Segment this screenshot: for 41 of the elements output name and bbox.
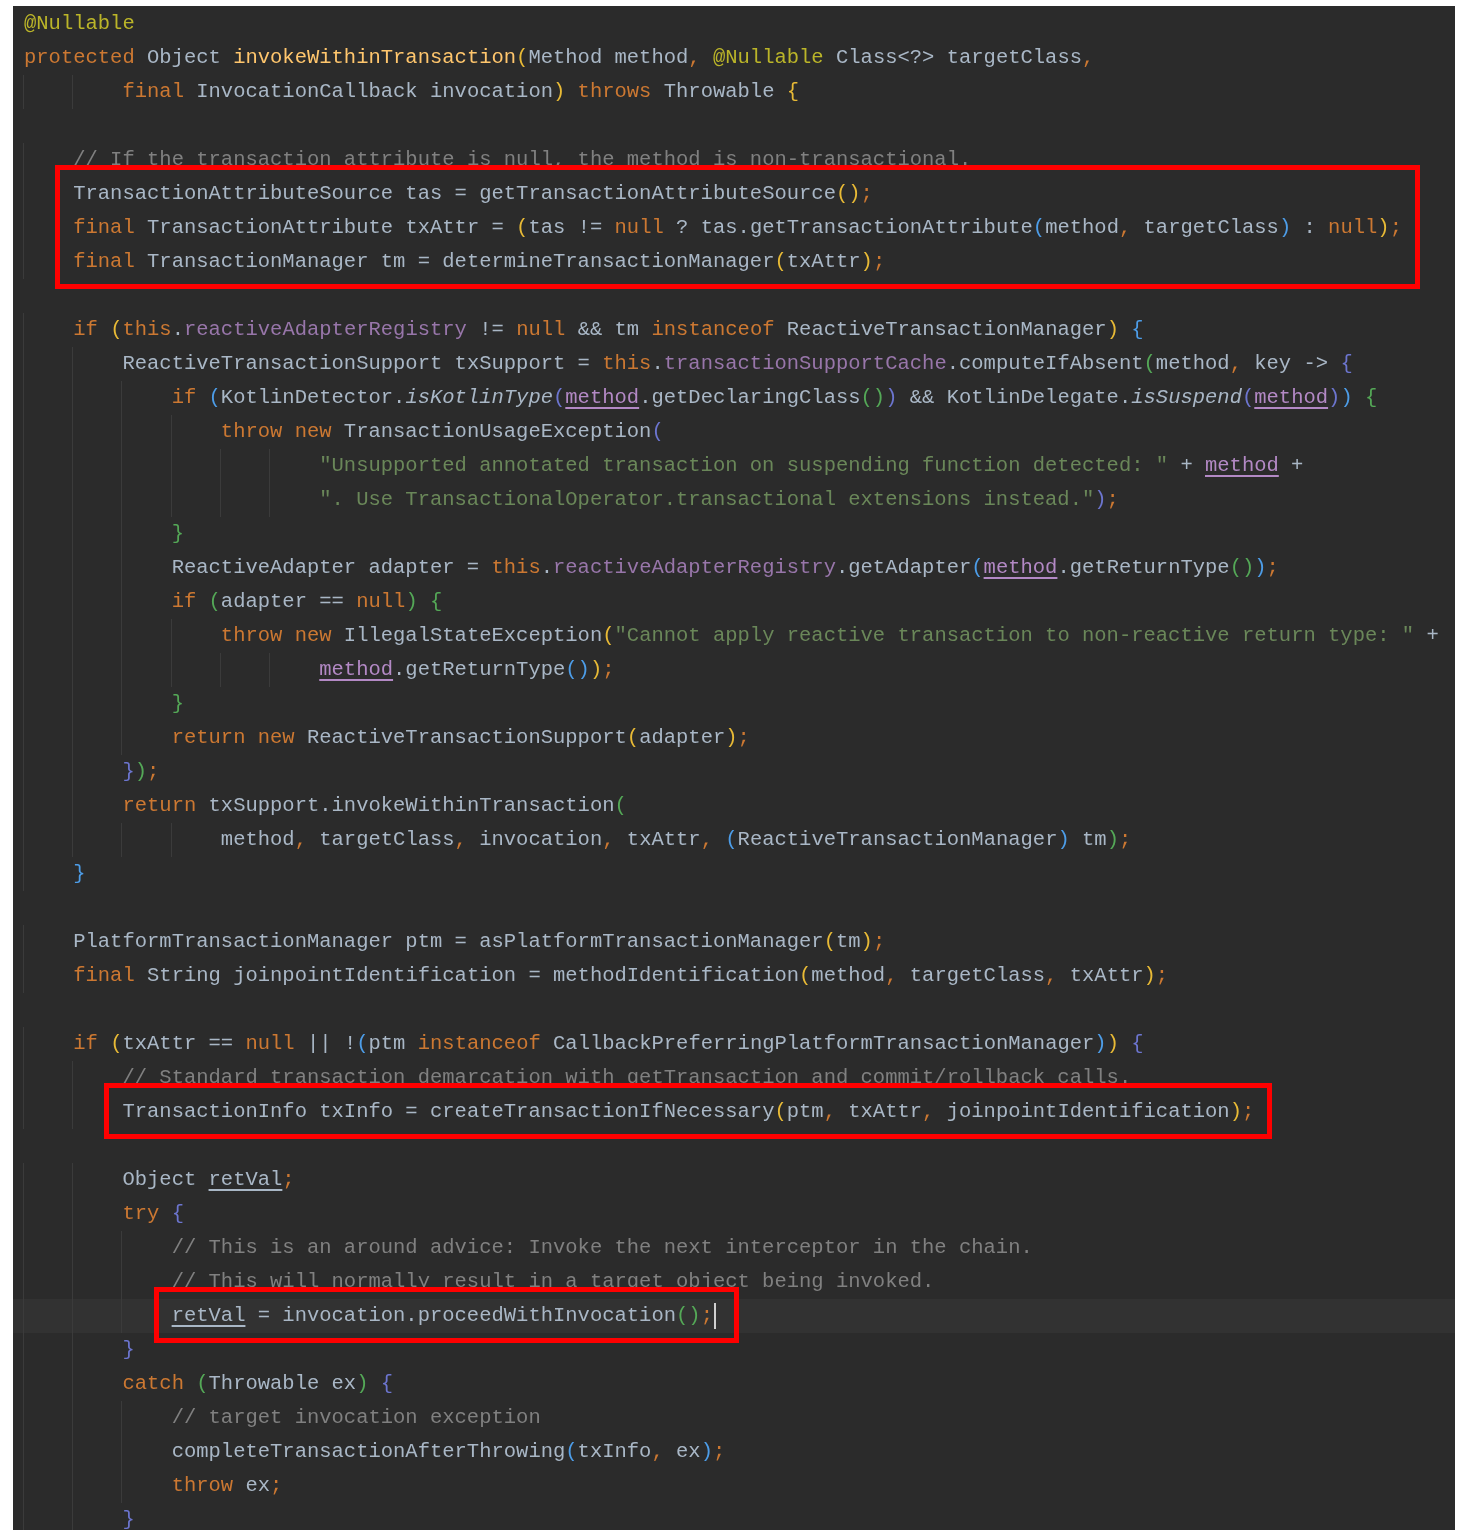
code-line: ReactiveAdapter adapter = this.reactiveAdapterRegistry.getAdapter(method.getReturnType()); — [171, 557, 1279, 579]
code-line: } — [171, 523, 184, 545]
code-line: } — [73, 863, 86, 885]
text-cursor — [713, 1303, 716, 1329]
code-line: } — [122, 1509, 135, 1530]
code-line: if (txAttr == null || !(ptm instanceof CallbackPreferringPlatformTransactionManager)) { — [73, 1033, 1144, 1055]
code-line: }); — [122, 761, 160, 783]
code-line: method.getReturnType()); — [319, 659, 615, 681]
code-line: throw ex; — [171, 1475, 283, 1497]
code-line: "Unsupported annotated transaction on suspending function detected: " + method + — [319, 455, 1304, 477]
code-line: final TransactionAttribute txAttr = (tas != null ? tas.getTransactionAttribute(method, targetClass) : null); — [73, 217, 1402, 239]
code-line: } — [171, 693, 184, 715]
code-line: @Nullable — [24, 13, 135, 35]
code-line: protected Object invokeWithinTransaction(Method method, @Nullable Class<?> targetClass, — [24, 47, 1095, 69]
code-line: } — [122, 1339, 135, 1361]
code-line: Object retVal; — [122, 1169, 295, 1191]
code-line: completeTransactionAfterThrowing(txInfo, ex); — [171, 1441, 726, 1463]
code-line: final TransactionManager tm = determineTransactionManager(txAttr); — [73, 251, 886, 273]
code-editor[interactable] — [13, 6, 1455, 1530]
code-line: TransactionAttributeSource tas = getTransactionAttributeSource(); — [73, 183, 873, 205]
code-line: // If the transaction attribute is null, the method is non-transactional. — [73, 149, 972, 171]
code-line: method, targetClass, invocation, txAttr, (ReactiveTransactionManager) tm); — [220, 829, 1132, 851]
code-line: if (KotlinDetector.isKotlinType(method.getDeclaringClass()) && KotlinDelegate.isSuspend(method)) { — [171, 387, 1378, 409]
code-line: // This is an around advice: Invoke the next interceptor in the chain. — [171, 1237, 1033, 1259]
code-line: try { — [122, 1203, 184, 1225]
code-line: return new ReactiveTransactionSupport(adapter); — [171, 727, 750, 749]
code-line: ReactiveTransactionSupport txSupport = this.transactionSupportCache.computeIfAbsent(method, key -> { — [122, 353, 1353, 375]
code-line: return txSupport.invokeWithinTransaction( — [122, 795, 627, 817]
code-line: ". Use TransactionalOperator.transactional extensions instead."); — [319, 489, 1119, 511]
code-line: catch (Throwable ex) { — [122, 1373, 394, 1395]
code-line: final String joinpointIdentification = methodIdentification(method, targetClass, txAttr); — [73, 965, 1169, 987]
code-line: throw new TransactionUsageException( — [220, 421, 664, 443]
code-line: if (this.reactiveAdapterRegistry != null && tm instanceof ReactiveTransactionManager) { — [73, 319, 1144, 341]
code-line: PlatformTransactionManager ptm = asPlatformTransactionManager(tm); — [73, 931, 886, 953]
code-line: // Standard transaction demarcation with getTransaction and commit/rollback calls. — [122, 1067, 1132, 1089]
code-line: // target invocation exception — [171, 1407, 541, 1429]
code-line: TransactionInfo txInfo = createTransactionIfNecessary(ptm, txAttr, joinpointIdentification); — [122, 1101, 1255, 1123]
code-line: if (adapter == null) { — [171, 591, 443, 613]
code-line: final InvocationCallback invocation) throws Throwable { — [122, 81, 800, 103]
code-line: throw new IllegalStateException("Cannot apply reactive transaction to non-reactive return type: " + — [220, 625, 1439, 647]
code-line: retVal = invocation.proceedWithInvocation(); — [171, 1305, 713, 1327]
